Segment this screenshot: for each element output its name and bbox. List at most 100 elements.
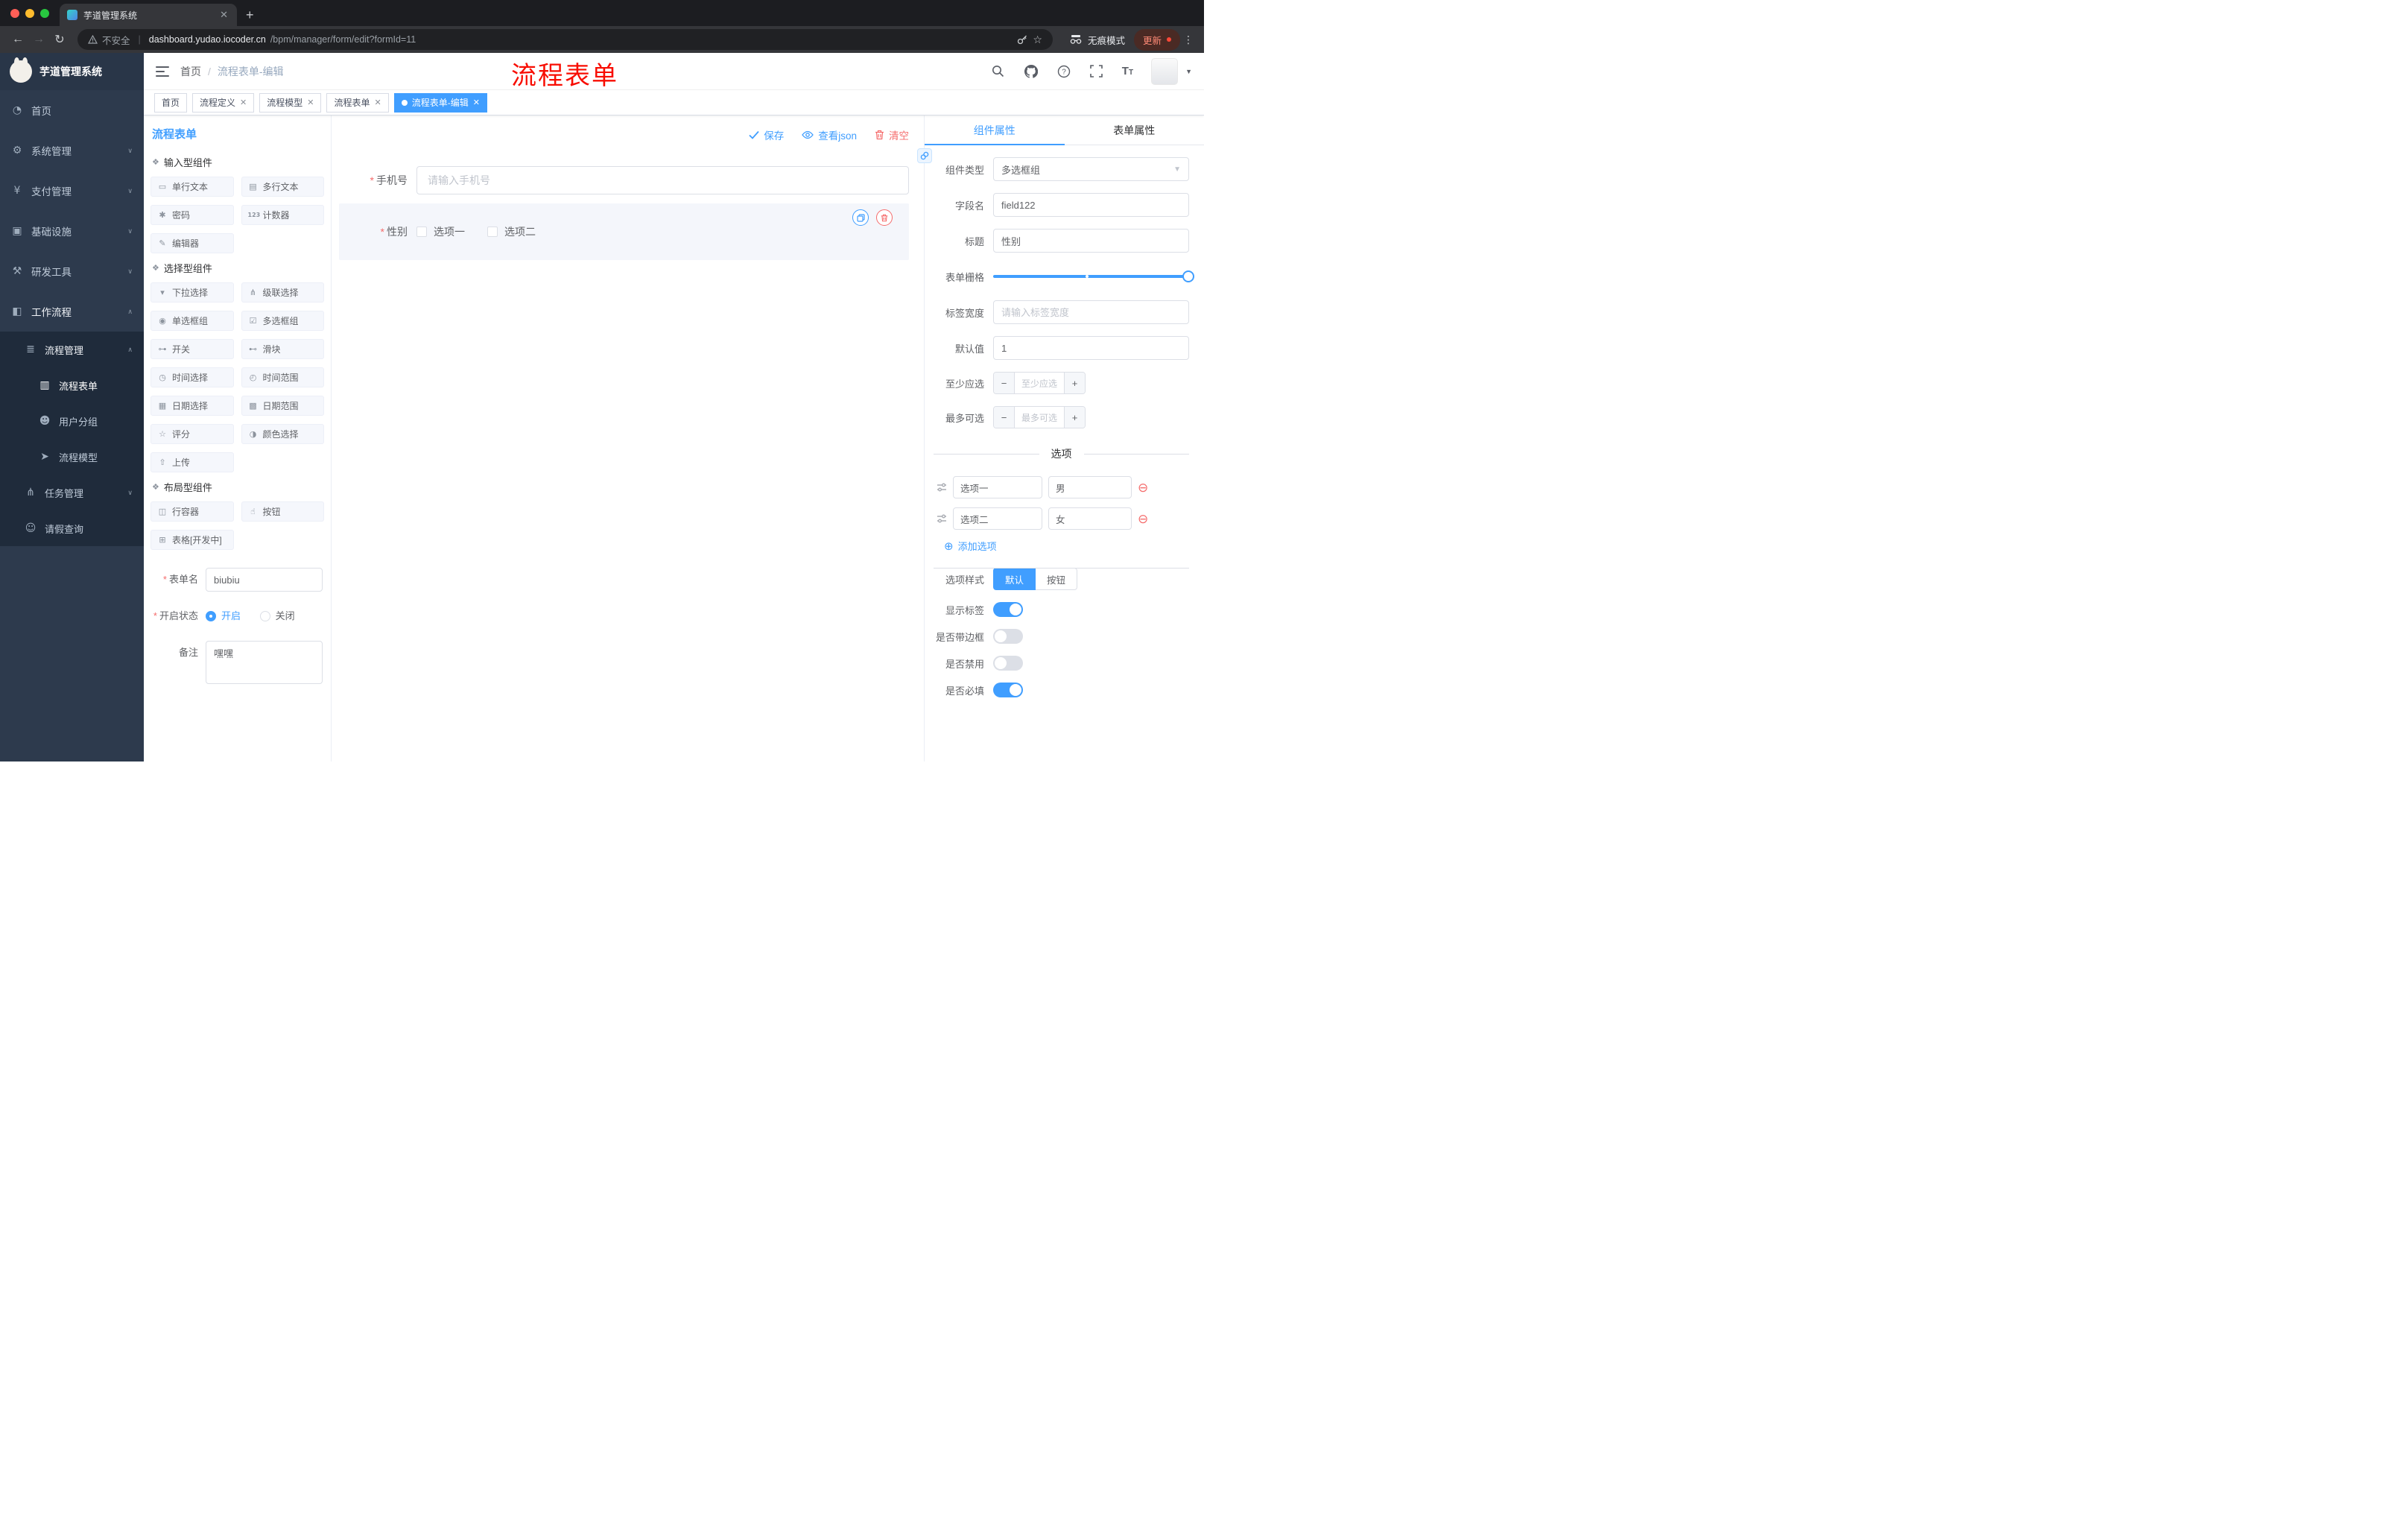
sidebar-item-system[interactable]: 系统管理 [0,130,144,171]
tab-form-props[interactable]: 表单属性 [1065,115,1205,145]
bookmark-star-icon[interactable]: ☆ [1033,34,1042,46]
browser-update-button[interactable]: 更新 [1133,28,1180,51]
grid-slider[interactable] [993,265,1194,288]
palette-item-textarea[interactable]: 多行文本 [241,177,324,197]
palette-item-rate[interactable]: 评分 [150,424,234,444]
github-icon[interactable] [1024,64,1039,79]
status-off-radio[interactable]: 关闭 [259,604,295,628]
view-json-button[interactable]: 查看json [802,127,857,142]
palette-item-slider[interactable]: 滑块 [241,339,324,359]
title-input[interactable] [993,229,1189,253]
hamburger-icon[interactable] [156,66,169,77]
phone-field-row[interactable]: 手机号 [339,166,909,194]
status-on-radio[interactable]: 开启 [206,604,241,628]
zoom-window-button[interactable] [40,8,49,18]
slider-handle[interactable] [1182,270,1194,282]
field-name-input[interactable] [993,193,1189,217]
with-border-toggle[interactable] [993,629,1023,644]
sidebar-item-process-management[interactable]: 流程管理 [0,332,144,367]
palette-item-counter[interactable]: 计数器 [241,205,324,225]
browser-menu-button[interactable]: ⋮ [1180,34,1197,46]
user-avatar[interactable] [1151,57,1179,85]
copy-component-button[interactable] [852,209,869,226]
palette-item-button[interactable]: 按钮 [241,501,324,522]
browser-tab[interactable]: 芋道管理系统 ✕ [60,4,237,26]
stepper-minus-button[interactable]: − [994,373,1015,393]
search-icon[interactable] [991,64,1006,79]
drag-handle-icon[interactable] [937,482,947,493]
option-style-default-button[interactable]: 默认 [993,568,1036,590]
sidebar-item-task-management[interactable]: 任务管理 [0,475,144,510]
sidebar-item-devtools[interactable]: 研发工具 [0,251,144,291]
sidebar-item-leave-query[interactable]: 请假查询 [0,510,144,546]
reload-button[interactable]: ↻ [49,29,70,50]
palette-item-table[interactable]: 表格[开发中] [150,530,234,550]
palette-item-time-range[interactable]: 时间范围 [241,367,324,387]
palette-item-radio-group[interactable]: 单选框组 [150,311,234,331]
tag-process-form[interactable]: 流程表单 ✕ [326,92,389,113]
sidebar-item-infrastructure[interactable]: 基础设施 [0,211,144,251]
sidebar-item-process-form[interactable]: 流程表单 [0,367,144,403]
phone-input[interactable] [416,166,909,194]
doc-link-icon[interactable] [917,148,932,163]
tab-component-props[interactable]: 组件属性 [925,115,1065,145]
save-button[interactable]: 保存 [749,127,784,142]
help-icon[interactable]: ? [1056,64,1071,79]
sidebar-item-home[interactable]: 首页 [0,90,144,130]
option-value-input[interactable] [1048,507,1132,530]
palette-item-switch[interactable]: 开关 [150,339,234,359]
option-name-input[interactable] [953,476,1042,498]
tag-process-definition[interactable]: 流程定义 ✕ [192,92,255,113]
new-tab-button[interactable]: + [246,8,254,22]
palette-item-date-range[interactable]: 日期范围 [241,396,324,416]
tag-process-form-edit[interactable]: 流程表单-编辑 ✕ [393,92,487,113]
tab-close-icon[interactable]: ✕ [218,9,229,21]
remove-option-icon[interactable]: ⊖ [1138,481,1148,494]
back-button[interactable]: ← [7,29,28,50]
palette-item-cascader[interactable]: 级联选择 [241,282,324,303]
fullscreen-icon[interactable] [1089,64,1104,79]
gender-option1-checkbox[interactable]: 选项一 [416,224,465,239]
delete-component-button[interactable] [876,209,893,226]
palette-item-select[interactable]: 下拉选择 [150,282,234,303]
required-toggle[interactable] [993,683,1023,697]
sidebar-item-payment[interactable]: 支付管理 [0,171,144,211]
tag-home[interactable]: 首页 [154,92,188,113]
palette-item-text-input[interactable]: 单行文本 [150,177,234,197]
option-style-button-button[interactable]: 按钮 [1036,568,1078,590]
tag-process-model[interactable]: 流程模型 ✕ [259,92,322,113]
palette-item-date-picker[interactable]: 日期选择 [150,396,234,416]
password-key-icon[interactable] [1016,34,1028,45]
palette-item-password[interactable]: 密码 [150,205,234,225]
form-name-input[interactable] [206,568,323,592]
sidebar-logo[interactable]: 芋道管理系统 [0,53,144,90]
clear-button[interactable]: 清空 [875,127,909,142]
g ender-option2-checkbox[interactable]: 选项二 [487,224,536,239]
tag-close-icon[interactable]: ✕ [473,98,480,107]
drag-handle-icon[interactable] [937,513,947,524]
address-bar[interactable]: 不安全 | dashboard.yudao.iocoder.cn/bpm/man… [77,29,1053,50]
tag-close-icon[interactable]: ✕ [307,98,314,107]
remove-option-icon[interactable]: ⊖ [1138,513,1148,525]
form-remark-textarea[interactable]: 嘿嘿 [206,641,323,684]
stepper-minus-button[interactable]: − [994,407,1015,428]
label-width-input[interactable] [993,300,1189,324]
palette-item-editor[interactable]: 编辑器 [150,233,234,253]
show-label-toggle[interactable] [993,602,1023,617]
palette-item-time-picker[interactable]: 时间选择 [150,367,234,387]
palette-item-upload[interactable]: 上传 [150,452,234,472]
breadcrumb-home[interactable]: 首页 [180,64,201,79]
option-name-input[interactable] [953,507,1042,530]
selected-component-gender[interactable]: 性别 选项一 选项二 [339,203,909,260]
stepper-plus-button[interactable]: + [1064,373,1085,393]
stepper-plus-button[interactable]: + [1064,407,1085,428]
minimize-window-button[interactable] [25,8,34,18]
add-option-link[interactable]: ⊕ 添加选项 [944,539,1189,553]
sidebar-item-workflow[interactable]: 工作流程 [0,291,144,332]
tag-close-icon[interactable]: ✕ [240,98,247,107]
min-select-value[interactable]: 至少应选 [1015,373,1064,393]
component-type-select[interactable]: 多选框组 ▼ [993,157,1189,181]
default-value-input[interactable] [993,336,1189,360]
max-select-value[interactable]: 最多可选 [1015,407,1064,428]
forward-button[interactable]: → [28,29,49,50]
